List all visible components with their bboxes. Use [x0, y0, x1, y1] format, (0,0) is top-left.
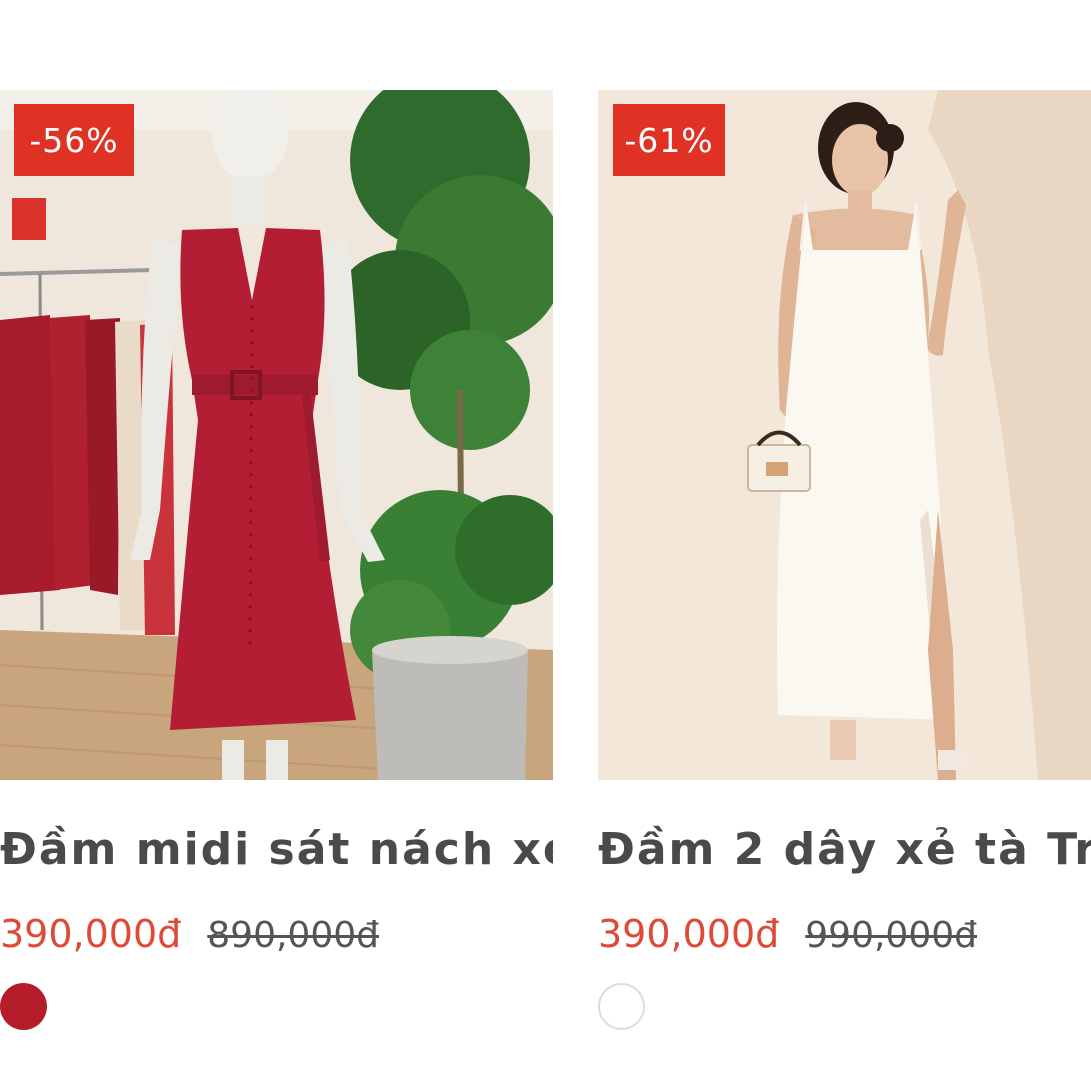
sale-price: 390,000đ — [0, 912, 182, 956]
sale-price: 390,000đ — [598, 912, 780, 956]
price-row: 390,000đ 990,000đ — [598, 912, 977, 956]
product-title[interactable]: Đầm midi sát nách xẻ... — [0, 824, 553, 875]
product-image-1[interactable]: -56% — [0, 90, 553, 780]
color-swatch-white[interactable] — [598, 983, 645, 1030]
original-price: 990,000đ — [805, 915, 977, 956]
color-swatch-red[interactable] — [0, 983, 47, 1030]
discount-badge: -61% — [613, 104, 725, 176]
product-image-2[interactable]: -61% — [598, 90, 1091, 780]
discount-badge: -56% — [14, 104, 134, 176]
original-price: 890,000đ — [207, 915, 379, 956]
product-title[interactable]: Đầm 2 dây xẻ tà Trắng — [598, 824, 1091, 875]
product-card-1[interactable]: -56% Đầm midi sát nách xẻ... 390,000đ 890… — [0, 90, 553, 1030]
product-photo-2 — [598, 90, 1091, 780]
product-card-2[interactable]: -61% Đầm 2 dây xẻ tà Trắng 390,000đ 990,0… — [598, 90, 1091, 1030]
product-photo-1 — [0, 90, 553, 780]
price-row: 390,000đ 890,000đ — [0, 912, 379, 956]
